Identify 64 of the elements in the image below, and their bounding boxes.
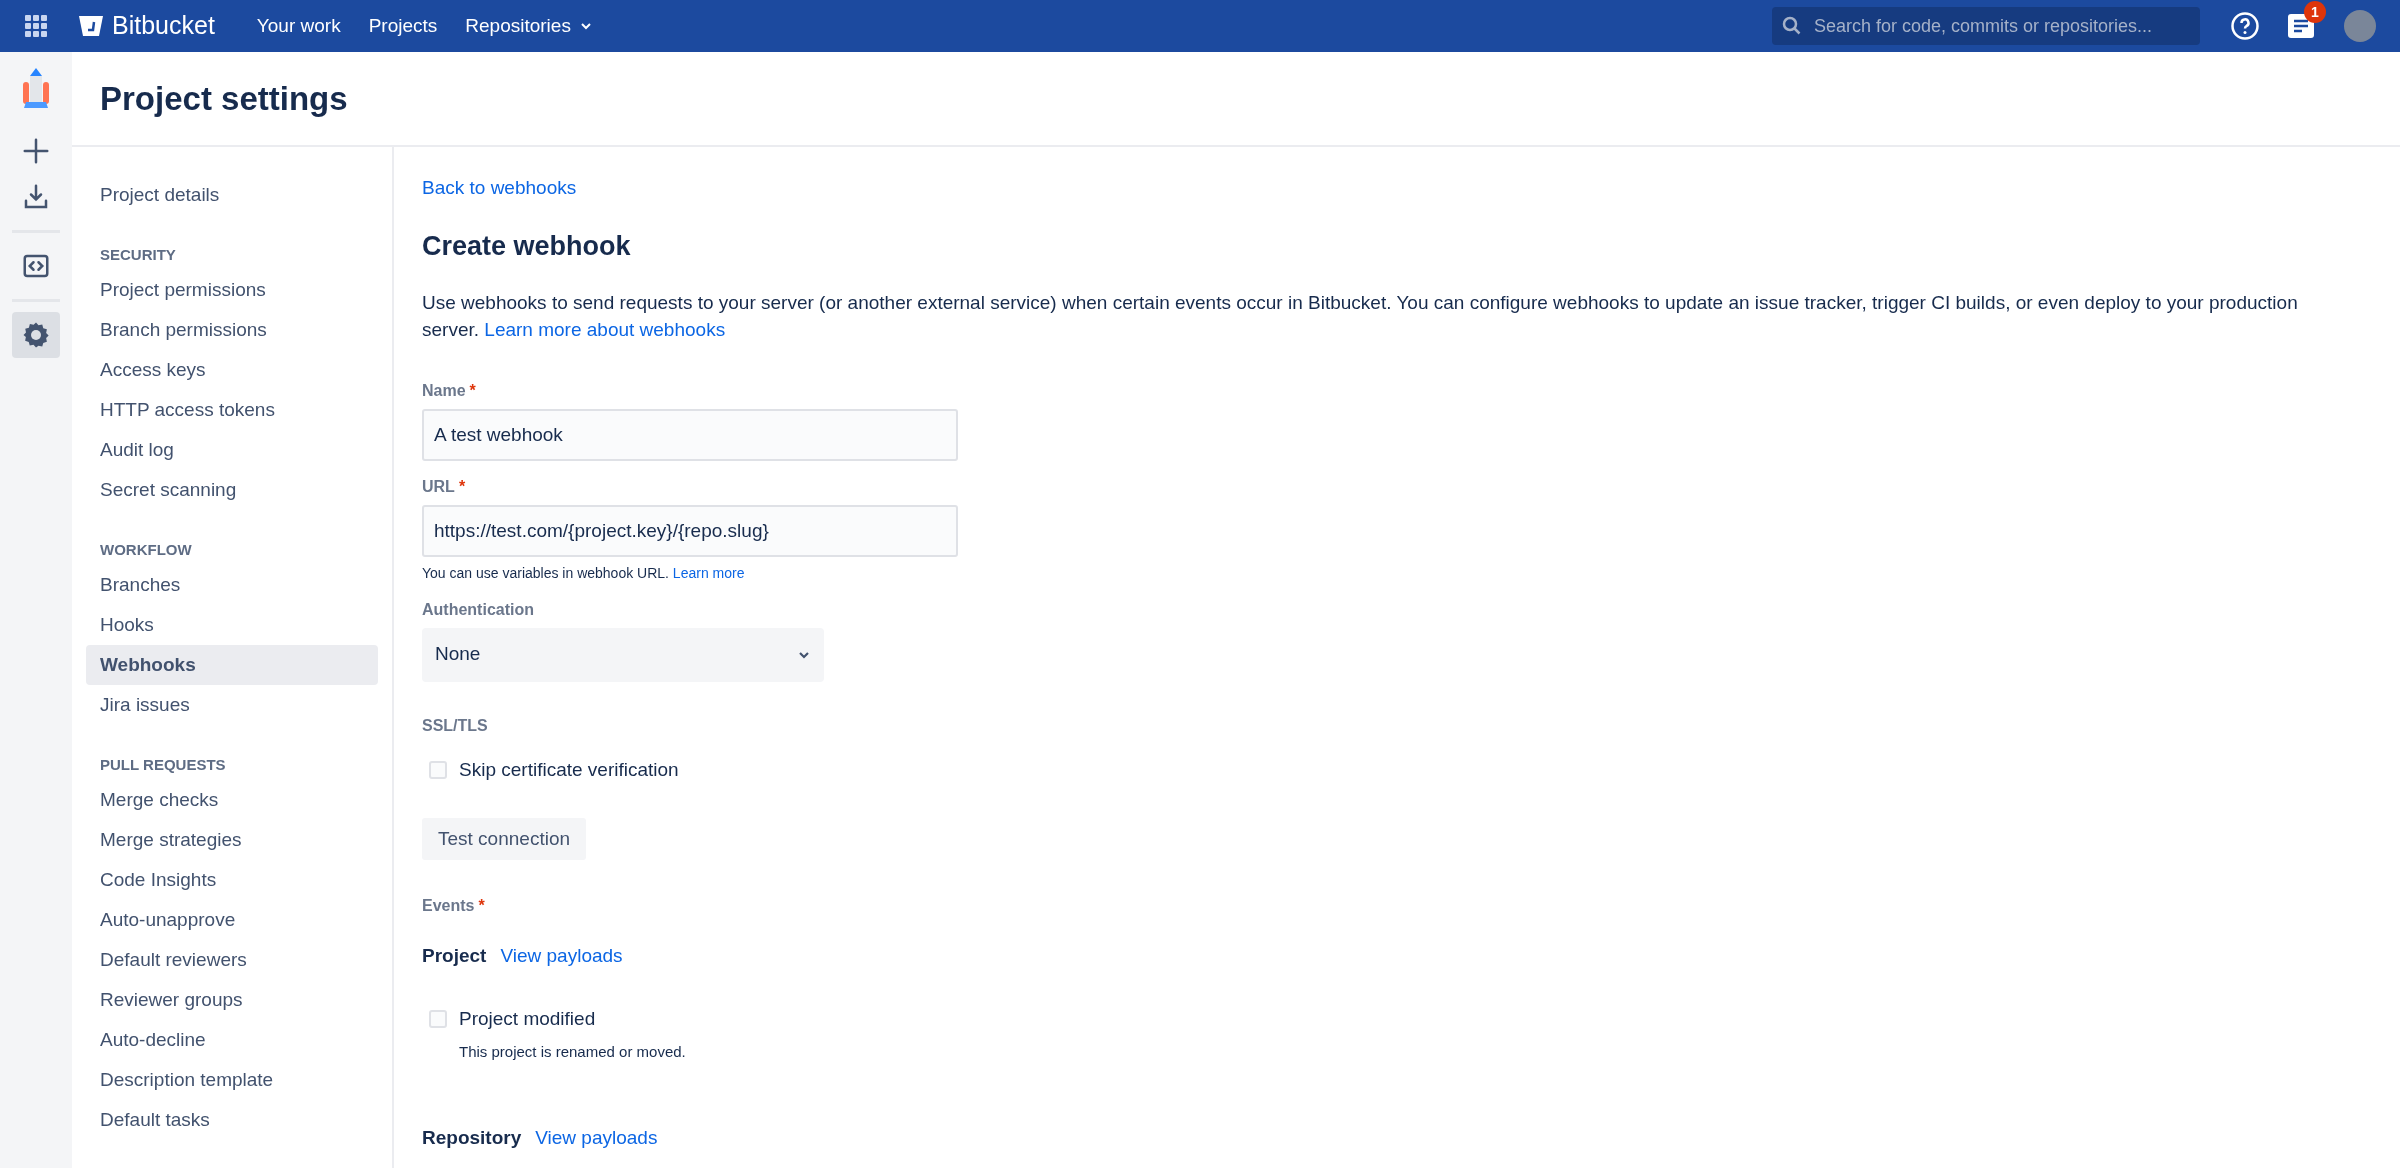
sidebar-item[interactable]: Code Insights bbox=[86, 860, 378, 900]
view-payloads-link[interactable]: View payloads bbox=[535, 1123, 658, 1152]
required-asterisk: * bbox=[469, 381, 476, 399]
sidebar-item[interactable]: Project permissions bbox=[86, 270, 378, 310]
checkbox[interactable] bbox=[429, 1009, 447, 1028]
name-input-field[interactable]: A test webhook bbox=[422, 408, 958, 461]
product-name[interactable]: Bitbucket bbox=[112, 7, 215, 45]
form-title: Create webhook bbox=[422, 230, 632, 263]
sidebar-item[interactable]: Project details bbox=[86, 175, 378, 215]
app-grid-icon[interactable] bbox=[24, 14, 48, 38]
view-payloads-link[interactable]: View payloads bbox=[500, 942, 623, 971]
sidebar-item[interactable]: Default reviewers bbox=[86, 940, 378, 980]
field-label: SSL/TLS bbox=[422, 715, 489, 736]
section-heading: SECURITY bbox=[99, 246, 177, 265]
settings-icon bbox=[21, 320, 51, 350]
sidebar-item[interactable]: Branch permissions bbox=[86, 310, 378, 350]
sidebar-item[interactable]: Secret scanning bbox=[86, 470, 378, 510]
plus-icon bbox=[21, 136, 51, 166]
sidebar-item[interactable]: Branches bbox=[86, 565, 378, 605]
sidebar-item[interactable]: Reviewer groups bbox=[86, 980, 378, 1020]
checkbox-label: Skip certificate verification bbox=[459, 757, 679, 782]
sidebar-item[interactable]: Merge strategies bbox=[86, 820, 378, 860]
section-heading: WORKFLOW bbox=[99, 541, 193, 560]
required-asterisk: * bbox=[478, 897, 485, 914]
sidebar-item[interactable]: Webhooks bbox=[86, 645, 378, 685]
sidebar-item[interactable]: Default tasks bbox=[86, 1100, 378, 1140]
notification-badge: 1 bbox=[2304, 1, 2326, 23]
sidebar-item[interactable]: Merge checks bbox=[86, 780, 378, 820]
field-label: Events * bbox=[422, 896, 486, 916]
url-input-field[interactable]: https://test.com/{project.key}/{repo.slug} bbox=[422, 504, 958, 557]
sidebar-item[interactable]: Jira issues bbox=[86, 685, 378, 725]
sidebar-item[interactable]: Hooks bbox=[86, 605, 378, 645]
field-label: URL * bbox=[422, 476, 467, 497]
nav-link[interactable]: Projects bbox=[368, 11, 438, 41]
rail-item[interactable] bbox=[12, 312, 60, 358]
description-text: Use webhooks to send requests to your server (or another external service) when certain events occur in Bitbucket. You can configure webhooks to update an issue tracker, trigger CI builds, or even deploy to your production server. Learn more about webhooks bbox=[422, 290, 2299, 342]
event-description: This project is renamed or moved. bbox=[459, 1042, 687, 1062]
learn-more-link[interactable]: Learn more about webhooks bbox=[484, 318, 726, 340]
sidebar-item[interactable]: Description template bbox=[86, 1060, 378, 1100]
nav-link[interactable]: Repositories bbox=[465, 11, 593, 41]
field-label: Authentication bbox=[422, 599, 535, 620]
event-group-title: Repository bbox=[422, 1125, 522, 1150]
help-text: You can use variables in webhook URL. Learn more bbox=[422, 563, 746, 583]
back-link[interactable]: Back to webhooks bbox=[422, 174, 2400, 200]
help-icon[interactable] bbox=[2230, 11, 2260, 41]
search-field[interactable]: Search for code, commits or repositories... bbox=[1772, 7, 2200, 45]
page-title: Project settings bbox=[100, 78, 348, 119]
field-label: Name * bbox=[422, 380, 477, 401]
event-group-title: Project bbox=[422, 944, 487, 968]
checkbox-label: Project modified bbox=[459, 1006, 596, 1031]
sidebar-item[interactable]: Access keys bbox=[86, 350, 378, 390]
learn-more-link[interactable]: Learn more bbox=[672, 564, 745, 581]
required-asterisk: * bbox=[458, 477, 466, 495]
section-heading: PULL REQUESTS bbox=[99, 756, 227, 775]
authentication-select[interactable]: None bbox=[422, 627, 824, 682]
sidebar-item[interactable]: HTTP access tokens bbox=[86, 390, 378, 430]
search-icon bbox=[1782, 16, 1802, 36]
sidebar-item[interactable]: Audit log bbox=[86, 430, 378, 470]
checkbox[interactable] bbox=[429, 760, 447, 779]
bucket-logo-icon[interactable] bbox=[78, 14, 104, 38]
nav-link[interactable]: Your work bbox=[256, 11, 341, 41]
test-connection-button[interactable]: Test connection bbox=[422, 818, 587, 860]
sidebar-item[interactable]: Auto-decline bbox=[86, 1020, 378, 1060]
sidebar-item[interactable]: Auto-unapprove bbox=[86, 900, 378, 940]
